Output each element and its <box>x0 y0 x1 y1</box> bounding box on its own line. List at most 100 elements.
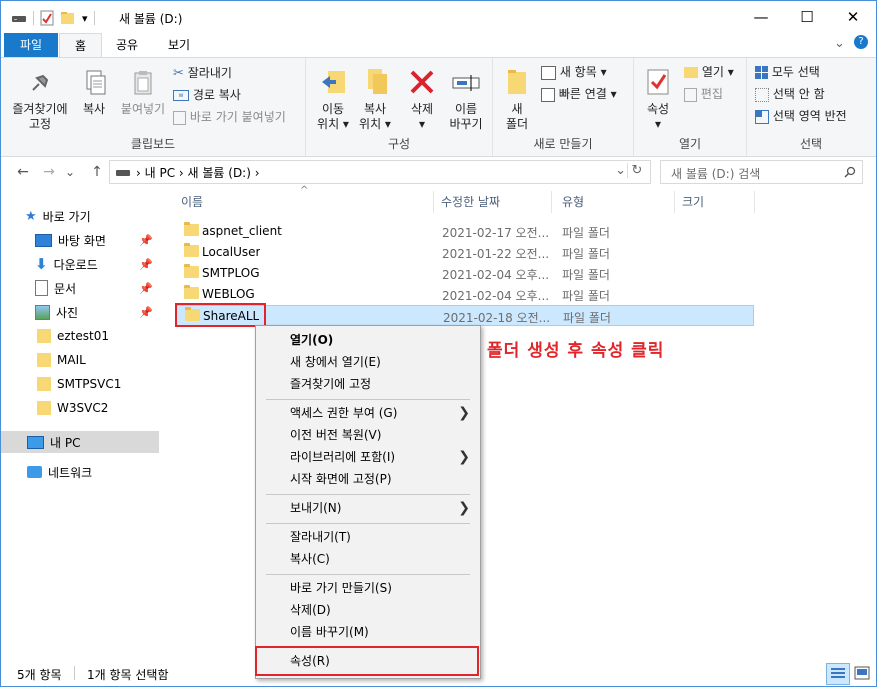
nav-network[interactable]: 네트워크 <box>1 461 159 483</box>
file-row[interactable]: LocalUser 2021-01-22 오전... 파일 폴더 <box>176 242 752 263</box>
menu-item-cut[interactable]: 잘라내기(T) <box>256 526 480 548</box>
nav-this-pc[interactable]: 내 PC <box>1 431 159 453</box>
file-type: 파일 폴더 <box>562 247 610 261</box>
paste-shortcut-button[interactable]: 바로 가기 붙여넣기 <box>173 107 286 127</box>
menu-item-restore-versions[interactable]: 이전 버전 복원(V) <box>256 424 480 446</box>
navigation-pane: ★ 바로 가기 바탕 화면 📌 ⬇ 다운로드 📌 문서 📌 사진 📌 eztest01 MA… <box>1 191 161 656</box>
pin-icon[interactable]: 📌 <box>139 282 153 295</box>
copy-to-button[interactable]: 복사 위치 ▾ <box>354 66 396 132</box>
nav-item-smtpsvc1[interactable]: SMTPSVC1 <box>37 373 159 395</box>
tab-view[interactable]: 보기 <box>157 33 201 57</box>
cut-button[interactable]: ✂ 잘라내기 <box>173 63 232 83</box>
menu-item-pin-start[interactable]: 시작 화면에 고정(P) <box>256 468 480 490</box>
menu-item-open-new-window[interactable]: 새 창에서 열기(E) <box>256 351 480 373</box>
copy-icon <box>86 70 106 95</box>
menu-item-include-library[interactable]: 라이브러리에 포함(I) ❯ <box>256 446 480 468</box>
help-icon[interactable]: ? <box>854 35 868 49</box>
quick-access-toolbar: ▾ <box>11 9 101 27</box>
file-name: LocalUser <box>202 245 261 259</box>
large-icons-view-button[interactable] <box>851 663 873 683</box>
delete-button[interactable]: 삭제 ▾ <box>402 66 442 132</box>
menu-item-send-to[interactable]: 보내기(N) ❯ <box>256 497 480 519</box>
nav-item-label: W3SVC2 <box>57 401 109 415</box>
status-item-count: 5개 항목 <box>17 668 62 682</box>
refresh-icon[interactable]: ↻ <box>627 163 646 178</box>
copy-path-button[interactable]: w 경로 복사 <box>173 85 241 105</box>
move-to-button[interactable]: 이동 위치 ▾ <box>312 66 354 132</box>
nav-network-label: 네트워크 <box>48 465 93 480</box>
select-all-button[interactable]: 모두 선택 <box>755 62 820 82</box>
maximize-button[interactable]: ☐ <box>784 1 830 33</box>
menu-separator <box>266 494 470 495</box>
up-button[interactable]: ↑ <box>87 159 107 185</box>
nav-item-pictures[interactable]: 사진 📌 <box>35 301 159 323</box>
edit-button[interactable]: 편집 <box>684 84 723 104</box>
nav-item-desktop[interactable]: 바탕 화면 📌 <box>35 229 159 251</box>
paste-button[interactable]: 붙여넣기 <box>115 68 171 117</box>
search-input[interactable]: 새 볼륨 (D:) 검색 <box>671 165 760 182</box>
pin-icon[interactable]: 📌 <box>139 306 153 319</box>
address-dropdown-icon[interactable]: ⌄ <box>615 163 626 178</box>
menu-item-copy[interactable]: 복사(C) <box>256 548 480 570</box>
folder-icon <box>37 353 51 367</box>
status-selected-count: 1개 항목 선택함 <box>87 668 169 682</box>
pin-icon[interactable]: 📌 <box>139 234 153 247</box>
tab-home[interactable]: 홈 <box>59 33 102 58</box>
group-select: 모두 선택 선택 안 함 선택 영역 반전 선택 <box>747 58 875 156</box>
breadcrumb[interactable]: › 내 PC › 새 볼륨 (D:) › <box>136 164 260 181</box>
address-bar[interactable]: › 내 PC › 새 볼륨 (D:) › ⌄ ↻ <box>109 160 651 184</box>
delete-label: 삭제 ▾ <box>410 102 434 131</box>
details-view-button[interactable] <box>826 663 850 685</box>
forward-button[interactable]: → <box>39 159 59 185</box>
file-row[interactable]: WEBLOG 2021-02-04 오후... 파일 폴더 <box>176 284 752 305</box>
tab-file[interactable]: 파일 <box>4 33 58 57</box>
menu-item-create-shortcut[interactable]: 바로 가기 만들기(S) <box>256 577 480 599</box>
nav-item-downloads[interactable]: ⬇ 다운로드 📌 <box>35 253 159 275</box>
pin-icon[interactable]: 📌 <box>139 258 153 271</box>
minimize-button[interactable]: — <box>738 1 784 33</box>
column-header-name[interactable]: 이름 <box>181 191 434 213</box>
close-button[interactable]: ✕ <box>830 1 876 33</box>
nav-item-documents[interactable]: 문서 📌 <box>35 277 159 299</box>
menu-item-give-access[interactable]: 액세스 권한 부여 (G) ❯ <box>256 402 480 424</box>
menu-item-delete[interactable]: 삭제(D) <box>256 599 480 621</box>
customize-qa-dropdown[interactable]: ▾ <box>82 12 88 25</box>
select-none-button[interactable]: 선택 안 함 <box>755 84 825 104</box>
file-type: 파일 폴더 <box>563 311 611 325</box>
column-header-type[interactable]: 유형 <box>562 191 675 213</box>
file-row[interactable]: aspnet_client 2021-02-17 오전... 파일 폴더 <box>176 221 752 242</box>
new-item-button[interactable]: 새 항목 ▾ <box>541 62 607 82</box>
back-arrow-icon: ← <box>17 164 29 180</box>
rename-button[interactable]: 이름 바꾸기 <box>444 66 488 132</box>
pin-quick-access-button[interactable]: 즐겨찾기에 고정 <box>7 68 73 132</box>
menu-item-open[interactable]: 열기(O) <box>256 329 480 351</box>
search-icon[interactable] <box>844 166 856 178</box>
column-header-modified[interactable]: 수정한 날짜 <box>441 191 552 213</box>
nav-item-mail[interactable]: MAIL <box>37 349 159 371</box>
new-folder-qa-icon[interactable] <box>60 10 76 26</box>
new-folder-button[interactable]: 새 폴더 <box>499 66 535 132</box>
easy-access-button[interactable]: 빠른 연결 ▾ <box>541 84 617 104</box>
invert-selection-button[interactable]: 선택 영역 반전 <box>755 106 847 126</box>
folder-icon <box>184 264 199 278</box>
recent-locations-button[interactable]: ⌄ <box>63 159 77 185</box>
menu-item-pin-quick-access[interactable]: 즐겨찾기에 고정 <box>256 373 480 395</box>
nav-item-w3svc2[interactable]: W3SVC2 <box>37 397 159 419</box>
chevron-right-icon: ❯ <box>458 500 470 516</box>
copy-button[interactable]: 복사 <box>73 68 115 117</box>
tab-share[interactable]: 공유 <box>105 33 149 57</box>
nav-item-eztest01[interactable]: eztest01 <box>37 325 159 347</box>
open-button[interactable]: 열기 ▾ <box>684 62 734 82</box>
ribbon-expand-icon[interactable]: ⌄ <box>834 36 845 51</box>
file-row[interactable]: SMTPLOG 2021-02-04 오후... 파일 폴더 <box>176 263 752 284</box>
copy-to-icon <box>368 69 387 94</box>
chevron-right-icon: ❯ <box>458 405 470 421</box>
properties-qa-icon[interactable] <box>40 10 54 26</box>
properties-button[interactable]: 속성 ▾ <box>640 66 676 132</box>
search-box[interactable]: 새 볼륨 (D:) 검색 <box>660 160 863 184</box>
nav-quick-access[interactable]: ★ 바로 가기 <box>25 205 183 227</box>
back-button[interactable]: ← <box>13 159 33 185</box>
menu-item-rename[interactable]: 이름 바꾸기(M) <box>256 621 480 643</box>
up-arrow-icon: ↑ <box>91 164 103 180</box>
column-header-size[interactable]: 크기 <box>682 191 755 213</box>
